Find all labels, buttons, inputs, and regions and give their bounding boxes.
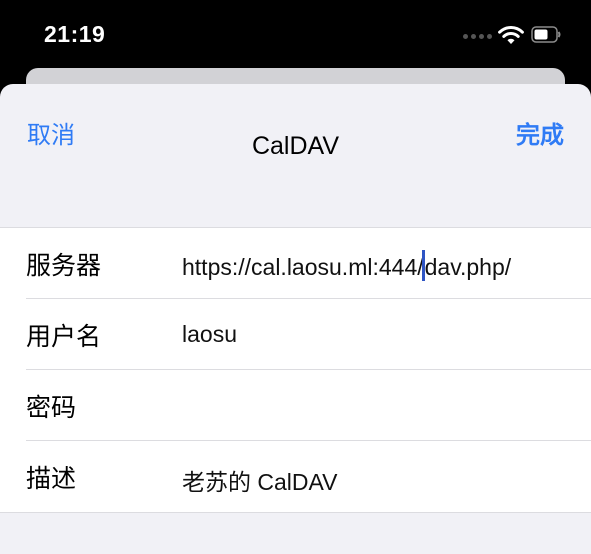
battery-icon — [531, 26, 561, 43]
username-label: 用户名 — [26, 323, 102, 351]
server-row[interactable]: 服务器 https://cal.laosu.ml:444/dav.php/ — [0, 228, 591, 299]
description-label: 描述 — [26, 465, 77, 493]
username-row[interactable]: 用户名 laosu — [0, 299, 591, 370]
password-row[interactable]: 密码 — [0, 370, 591, 441]
caldav-account-sheet: 取消 CalDAV 完成 服务器 https://cal.laosu.ml:44… — [0, 84, 591, 554]
sheet-title: CalDAV — [251, 132, 340, 160]
username-field[interactable]: laosu — [182, 321, 237, 348]
done-button[interactable]: 完成 — [516, 115, 564, 150]
password-label: 密码 — [26, 394, 77, 422]
description-row[interactable]: 描述 老苏的 CalDAV — [0, 441, 591, 512]
account-form: 服务器 https://cal.laosu.ml:444/dav.php/ 用户… — [0, 227, 591, 513]
server-text-after-cursor: dav.php/ — [424, 254, 512, 280]
server-label: 服务器 — [26, 252, 102, 280]
server-text-before-cursor: https://cal.laosu.ml:444/ — [182, 254, 424, 280]
status-time: 21:19 — [44, 21, 106, 47]
cellular-signal-icon — [463, 34, 493, 40]
wifi-icon — [498, 26, 524, 44]
server-field[interactable]: https://cal.laosu.ml:444/dav.php/ — [182, 250, 511, 281]
description-field[interactable]: 老苏的 CalDAV — [182, 463, 338, 497]
status-bar: 21:19 — [0, 0, 591, 70]
